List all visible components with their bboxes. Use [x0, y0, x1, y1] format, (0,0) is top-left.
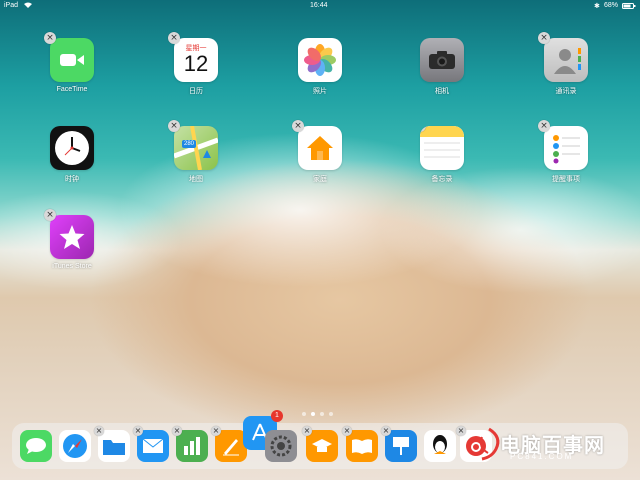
- delete-badge[interactable]: ×: [538, 120, 550, 132]
- facetime-icon: ×: [44, 32, 94, 82]
- delete-badge[interactable]: ×: [456, 426, 466, 436]
- app-label: 日历: [189, 88, 203, 95]
- delete-badge[interactable]: ×: [168, 32, 180, 44]
- app-facetime[interactable]: × FaceTime: [32, 32, 112, 93]
- delete-badge[interactable]: ×: [211, 426, 221, 436]
- app-label: 时钟: [65, 176, 79, 183]
- maps-icon: × 280: [168, 120, 218, 170]
- app-reminders[interactable]: × 提醒事项: [526, 120, 606, 184]
- photos-icon: [298, 38, 342, 82]
- reminders-icon: ×: [538, 120, 588, 170]
- mail-icon[interactable]: ×: [133, 426, 169, 462]
- battery-icon: [622, 3, 636, 11]
- itunes-u-icon[interactable]: ×: [302, 426, 338, 462]
- app-maps[interactable]: × 280 地图: [156, 120, 236, 184]
- messages-icon[interactable]: [20, 430, 52, 462]
- home-indicator: [318, 474, 322, 478]
- notification-badge: 1: [271, 410, 283, 422]
- keynote-icon[interactable]: ×: [381, 426, 417, 462]
- qq-icon[interactable]: [424, 430, 456, 462]
- delete-badge[interactable]: ×: [94, 426, 104, 436]
- app-photos[interactable]: 照片: [280, 38, 360, 96]
- bluetooth-icon: ✱: [594, 3, 600, 10]
- numbers-icon[interactable]: ×: [172, 426, 208, 462]
- app-label: 照片: [313, 88, 327, 95]
- delete-badge[interactable]: ×: [292, 120, 304, 132]
- app-notes[interactable]: × 备忘录: [402, 126, 482, 184]
- watermark: 电脑百事网 PC841.COM: [470, 425, 635, 465]
- calendar-day: 12: [183, 51, 209, 76]
- delete-badge[interactable]: ×: [44, 32, 56, 44]
- page-dot: [329, 412, 333, 416]
- app-itunes-store[interactable]: × iTunes Store: [32, 209, 112, 270]
- wifi-icon: [24, 2, 32, 10]
- delete-badge[interactable]: ×: [302, 426, 312, 436]
- app-clock[interactable]: 时钟: [32, 126, 112, 184]
- clock-time: 16:44: [310, 2, 328, 9]
- app-label: 通讯录: [555, 88, 577, 95]
- delete-badge[interactable]: ×: [44, 209, 56, 221]
- maps-road-sign: 280: [184, 141, 195, 147]
- app-camera[interactable]: 相机: [402, 38, 482, 96]
- notes-icon: ×: [420, 126, 464, 170]
- app-label: 备忘录: [431, 176, 453, 183]
- page-dot-active: [311, 412, 315, 416]
- settings-icon[interactable]: [265, 430, 297, 462]
- clock-icon: [50, 126, 94, 170]
- delete-badge[interactable]: ×: [381, 426, 391, 436]
- app-label: FaceTime: [56, 86, 88, 93]
- delete-badge[interactable]: ×: [172, 426, 182, 436]
- safari-icon[interactable]: [59, 430, 91, 462]
- watermark-sub: PC841.COM: [510, 452, 574, 461]
- battery-percent: 68%: [604, 2, 619, 9]
- itunes-star-icon: ×: [44, 209, 94, 259]
- app-label: iTunes Store: [52, 263, 92, 270]
- app-home[interactable]: × 家庭: [280, 120, 360, 184]
- app-label: 地图: [189, 176, 203, 183]
- device-label: iPad: [4, 2, 19, 9]
- delete-badge[interactable]: ×: [538, 32, 550, 44]
- app-label: 家庭: [313, 176, 327, 183]
- contacts-icon: ×: [538, 32, 588, 82]
- delete-badge[interactable]: ×: [342, 426, 352, 436]
- status-bar: iPad 16:44 ✱ 68%: [0, 0, 640, 12]
- page-dot: [320, 412, 324, 416]
- delete-badge[interactable]: ×: [133, 426, 143, 436]
- app-label: 提醒事项: [552, 176, 580, 183]
- app-contacts[interactable]: × 通讯录: [526, 32, 606, 96]
- files-icon[interactable]: ×: [94, 426, 130, 462]
- ibooks-icon[interactable]: ×: [342, 426, 378, 462]
- delete-badge[interactable]: ×: [168, 120, 180, 132]
- app-calendar[interactable]: × 星期一 12 日历: [156, 32, 236, 96]
- calendar-icon: × 星期一 12: [168, 32, 218, 82]
- page-dot: [302, 412, 306, 416]
- app-label: 相机: [435, 88, 449, 95]
- camera-icon: [420, 38, 464, 82]
- home-icon: ×: [292, 120, 342, 170]
- page-indicator[interactable]: [302, 412, 333, 416]
